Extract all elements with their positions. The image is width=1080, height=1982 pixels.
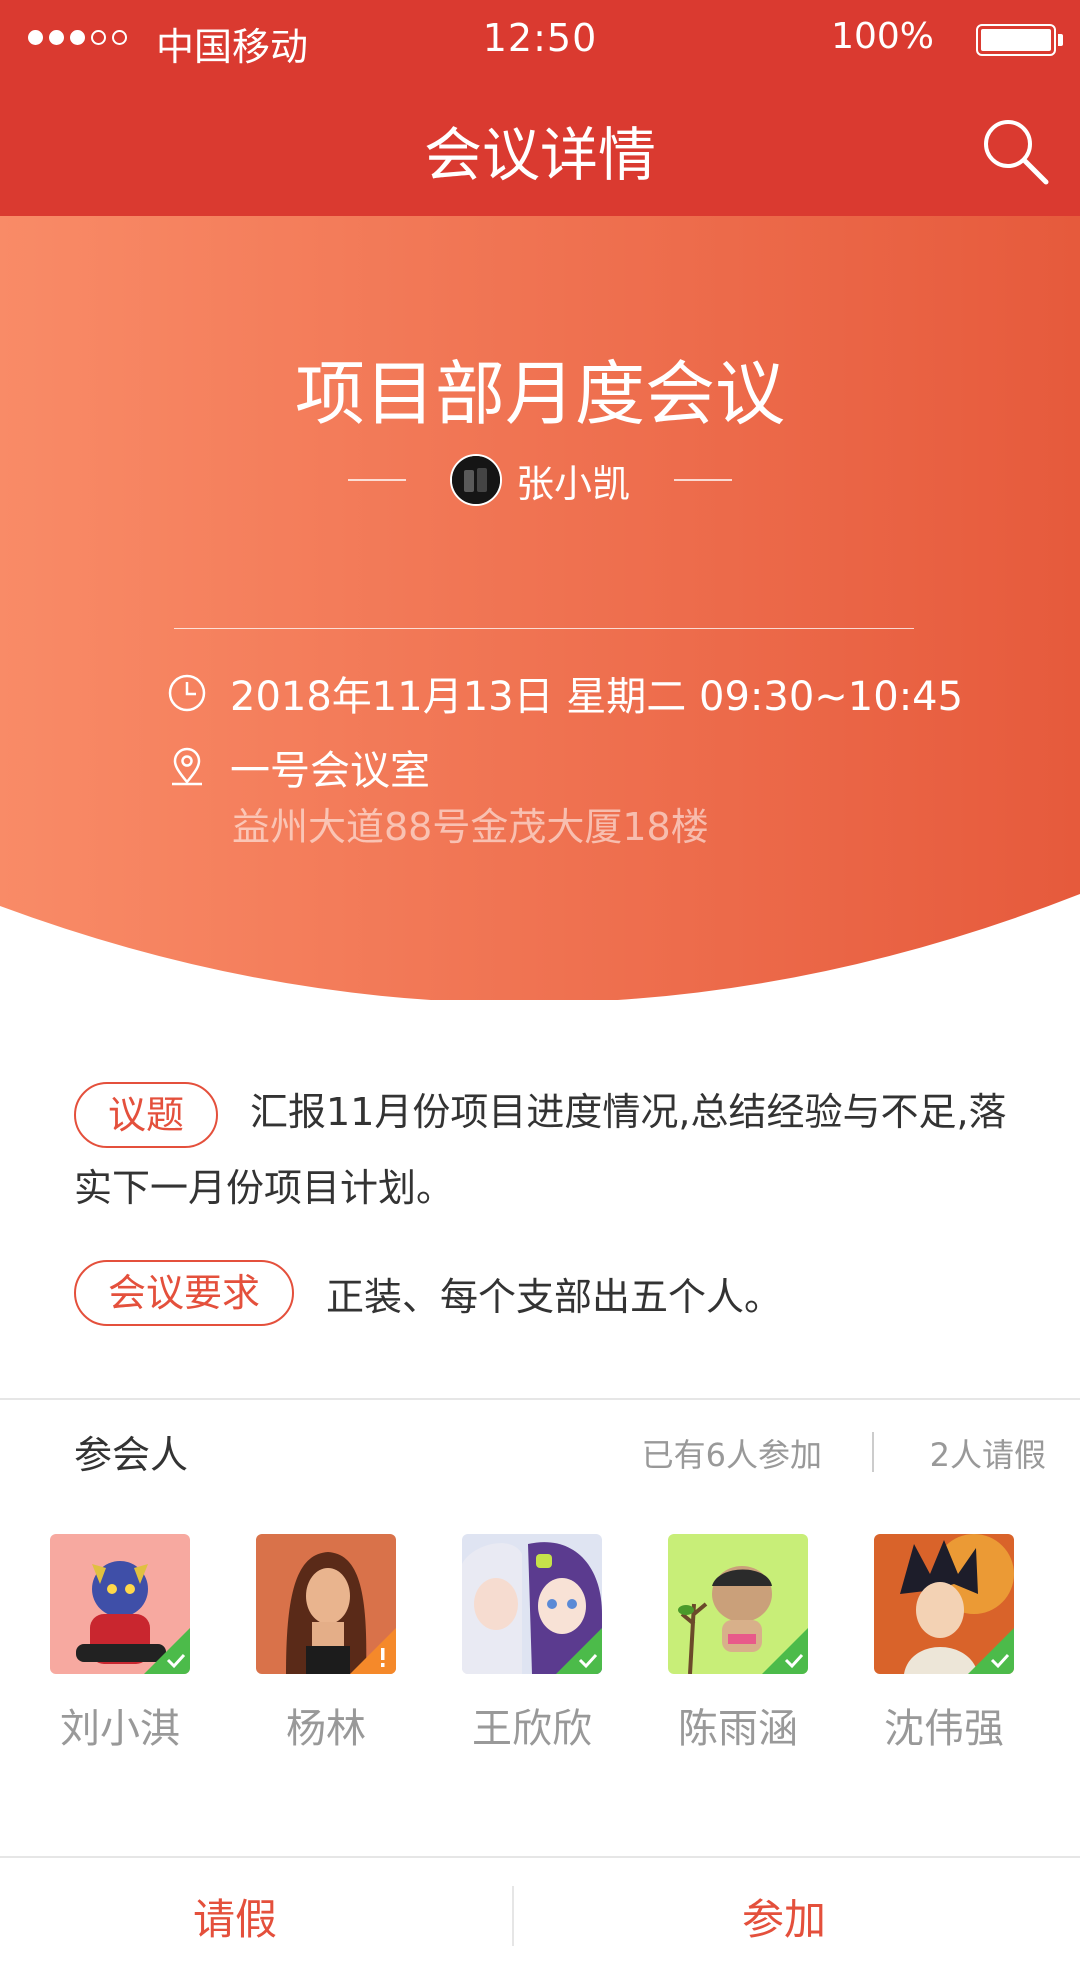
host-name: 张小凯 xyxy=(515,461,630,506)
meeting-host[interactable]: 张小凯 xyxy=(0,452,1080,508)
avatar xyxy=(668,1534,808,1674)
attendee-item[interactable]: 王欣欣 xyxy=(452,1534,612,1754)
search-button[interactable] xyxy=(978,114,1054,190)
attendee-name: 沈伟强 xyxy=(884,1706,1004,1752)
meeting-address: 益州大道88号金茂大厦18楼 xyxy=(232,805,709,849)
attendee-item[interactable]: 刘小淇 xyxy=(40,1534,200,1754)
attendee-item[interactable]: 杨林 xyxy=(246,1534,406,1754)
joined-check-icon xyxy=(144,1628,190,1674)
host-avatar xyxy=(449,454,502,506)
search-icon xyxy=(984,120,1049,185)
attendee-item[interactable]: 沈伟强 xyxy=(864,1534,1024,1754)
avatar xyxy=(50,1534,190,1674)
divider xyxy=(174,628,914,629)
leave-button[interactable]: 请假 xyxy=(0,1858,470,1982)
bottom-action-bar: 请假 参加 xyxy=(0,1856,1080,1982)
joined-check-icon xyxy=(968,1628,1014,1674)
meeting-location-row[interactable]: 一号会议室 xyxy=(166,738,430,796)
joined-count[interactable]: 已有6人参加 xyxy=(642,1430,822,1476)
attendee-item[interactable]: 陈雨涵 xyxy=(658,1534,818,1754)
meeting-header: 项目部月度会议 张小凯 2018年11月13日 星期二 09:30~10:45 … xyxy=(0,216,1080,1000)
avatar xyxy=(462,1534,602,1674)
leave-count[interactable]: 2人请假 xyxy=(930,1430,1046,1476)
meeting-room: 一号会议室 xyxy=(230,748,430,794)
avatar xyxy=(256,1534,396,1674)
attendee-name: 王欣欣 xyxy=(472,1706,592,1752)
battery-percent: 100% xyxy=(831,16,934,57)
joined-check-icon xyxy=(556,1628,602,1674)
meeting-time-row: 2018年11月13日 星期二 09:30~10:45 xyxy=(166,664,963,722)
meeting-datetime: 2018年11月13日 星期二 09:30~10:45 xyxy=(230,674,964,720)
meeting-title: 项目部月度会议 xyxy=(295,353,785,435)
attendee-name: 刘小淇 xyxy=(60,1706,180,1752)
agenda-section: 议题 汇报11月份项目进度情况,总结经验与不足,落实下一月份项目计划。 xyxy=(74,1074,1014,1226)
attendees-title: 参会人 xyxy=(74,1433,189,1477)
attendee-name: 杨林 xyxy=(286,1706,366,1752)
page-title: 会议详情 xyxy=(423,121,656,189)
requirement-section: 会议要求 正装、每个支部出五个人。 xyxy=(74,1260,782,1326)
requirement-tag: 会议要求 xyxy=(74,1260,295,1326)
clock-icon xyxy=(168,674,206,712)
joined-check-icon xyxy=(762,1628,808,1674)
agenda-tag: 议题 xyxy=(74,1081,219,1148)
avatar xyxy=(874,1534,1014,1674)
join-button[interactable]: 参加 xyxy=(514,1858,1054,1982)
nav-bar: 会议详情 xyxy=(0,80,1080,216)
divider xyxy=(872,1432,874,1472)
section-divider xyxy=(0,1398,1080,1400)
attendee-name: 陈雨涵 xyxy=(678,1706,798,1752)
leave-alert-icon xyxy=(350,1628,396,1674)
requirement-text: 正装、每个支部出五个人。 xyxy=(326,1274,783,1319)
location-pin-icon xyxy=(172,747,202,786)
battery-icon xyxy=(976,24,1056,56)
status-bar: 中国移动 12:50 100% xyxy=(0,0,1080,80)
